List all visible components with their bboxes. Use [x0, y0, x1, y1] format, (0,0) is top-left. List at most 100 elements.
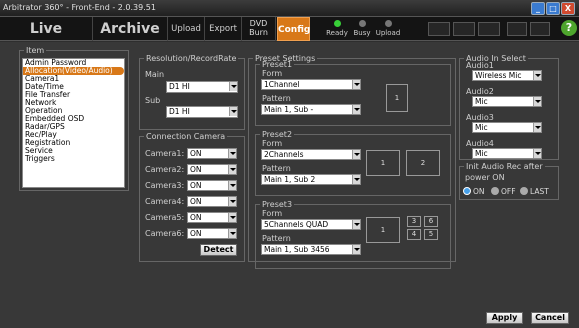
chevron-down-icon: [533, 71, 541, 80]
radio-off[interactable]: OFF: [491, 187, 516, 196]
camera-label: Camera6:: [145, 229, 185, 238]
form-label: Form: [262, 209, 283, 218]
channel-box: 4: [407, 229, 421, 240]
init-audio-legend: Init Audio Rec after: [466, 162, 543, 171]
tab-dvd-burn[interactable]: DVD Burn: [242, 17, 276, 41]
minimize-icon[interactable]: _: [531, 2, 545, 15]
item-legend: Item: [26, 46, 45, 55]
preset-form-select[interactable]: 2Channels: [261, 149, 361, 160]
tab-export[interactable]: Export: [205, 17, 242, 41]
preset-pattern-select[interactable]: Main 1, Sub 2: [261, 174, 361, 185]
channel-box: 1: [366, 150, 400, 176]
ready-indicator: Ready: [324, 19, 350, 37]
chevron-down-icon: [352, 105, 360, 114]
preset-pattern-select[interactable]: Main 1, Sub 3456: [261, 244, 361, 255]
chevron-down-icon: [352, 150, 360, 159]
audio-select[interactable]: Mic: [472, 96, 542, 107]
channel-box: 1: [386, 84, 408, 112]
camera-label: Camera1:: [145, 149, 185, 158]
channel-box: 2: [406, 150, 440, 176]
item-list[interactable]: Admin Password Allocation(Video/Audio) Cam…: [22, 58, 125, 188]
title-bar: Arbitrator 360° - Front-End - 2.0.39.51 …: [0, 0, 579, 17]
tab-archive[interactable]: Archive: [93, 17, 168, 41]
chevron-down-icon: [228, 165, 236, 174]
tab-config[interactable]: Config: [277, 17, 310, 41]
radio-last[interactable]: LAST: [520, 187, 549, 196]
audio-label: Audio2: [466, 87, 494, 96]
upload-label: Upload: [375, 29, 401, 37]
ready-label: Ready: [326, 29, 348, 37]
preset-title: Preset2: [262, 130, 293, 139]
preset-title: Preset1: [262, 60, 293, 69]
main-label: Main: [145, 70, 165, 79]
channel-box: 1: [366, 217, 400, 243]
channel-box: 5: [424, 229, 438, 240]
form-label: Form: [262, 69, 283, 78]
chevron-down-icon: [352, 80, 360, 89]
maximize-icon[interactable]: □: [546, 2, 560, 15]
apply-button[interactable]: Apply: [486, 312, 523, 324]
camera-label: Camera5:: [145, 213, 185, 222]
camera-select[interactable]: ON: [187, 164, 237, 175]
camera-select[interactable]: ON: [187, 148, 237, 159]
dvd-burn-label-1: DVD: [249, 19, 268, 28]
main-resolution-select[interactable]: D1 HI: [166, 81, 238, 93]
channel-box: 6: [424, 216, 438, 227]
cancel-button[interactable]: Cancel: [531, 312, 569, 324]
preset-form-select[interactable]: 1Channel: [261, 79, 361, 90]
chevron-down-icon: [229, 82, 237, 91]
channel-box: 3: [407, 216, 421, 227]
layout-icon[interactable]: [478, 22, 500, 36]
busy-status-icon: [358, 20, 366, 27]
audio-label: Audio1: [466, 61, 494, 70]
sub-resolution-select[interactable]: D1 HI: [166, 106, 238, 118]
radio-on[interactable]: ON: [463, 187, 485, 196]
next-icon[interactable]: [530, 22, 550, 36]
camera-label: Camera2:: [145, 165, 185, 174]
audio-select[interactable]: Mic: [472, 122, 542, 133]
upload-indicator: Upload: [374, 19, 402, 37]
audio-select[interactable]: Wireless Mic: [472, 70, 542, 81]
close-icon[interactable]: X: [561, 2, 575, 15]
chevron-down-icon: [229, 107, 237, 116]
radio-icon: [463, 187, 471, 195]
audio-select[interactable]: Mic: [472, 148, 542, 159]
chevron-down-icon: [228, 213, 236, 222]
camera-select[interactable]: ON: [187, 212, 237, 223]
camera-label: Camera3:: [145, 181, 185, 190]
toolbar: Live Archive Upload Export DVD Burn Conf…: [0, 17, 579, 41]
connection-legend: Connection Camera: [146, 132, 226, 141]
camera-select[interactable]: ON: [187, 228, 237, 239]
preset-form-select[interactable]: 5Channels QUAD: [261, 219, 361, 230]
preset-pattern-select[interactable]: Main 1, Sub -: [261, 104, 361, 115]
chevron-down-icon: [533, 123, 541, 132]
camera-select[interactable]: ON: [187, 180, 237, 191]
busy-indicator: Busy: [351, 19, 373, 37]
sub-label: Sub: [145, 96, 161, 105]
pattern-label: Pattern: [262, 234, 291, 243]
radio-icon: [491, 187, 499, 195]
config-panel: Item Admin Password Allocation(Video/Audi…: [0, 42, 579, 328]
radio-icon: [520, 187, 528, 195]
chevron-down-icon: [228, 229, 236, 238]
prev-icon[interactable]: [507, 22, 527, 36]
chevron-down-icon: [352, 220, 360, 229]
ready-status-icon: [333, 20, 341, 27]
audio-label: Audio4: [466, 139, 494, 148]
preset-title: Preset3: [262, 200, 293, 209]
tab-upload[interactable]: Upload: [168, 17, 205, 41]
chevron-down-icon: [228, 197, 236, 206]
list-item[interactable]: Triggers: [23, 155, 124, 163]
tab-live[interactable]: Live: [0, 17, 93, 41]
form-label: Form: [262, 139, 283, 148]
app-title: Arbitrator 360° - Front-End - 2.0.39.51: [3, 3, 156, 12]
chevron-down-icon: [352, 245, 360, 254]
screen-icon[interactable]: [428, 22, 450, 36]
preset-1-group: Preset1: [255, 60, 451, 126]
help-icon[interactable]: ?: [561, 20, 577, 36]
detect-button[interactable]: Detect: [200, 244, 237, 256]
save-icon[interactable]: [453, 22, 475, 36]
chevron-down-icon: [228, 181, 236, 190]
camera-select[interactable]: ON: [187, 196, 237, 207]
audio-label: Audio3: [466, 113, 494, 122]
